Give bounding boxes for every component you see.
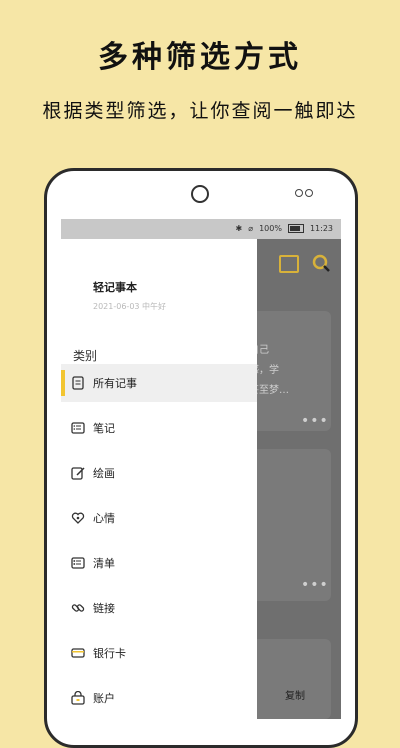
light-sensor bbox=[305, 189, 313, 197]
copy-button[interactable]: 复制 bbox=[285, 687, 305, 702]
menu-item-drawing[interactable]: 绘画 bbox=[61, 454, 257, 492]
note-list-icon bbox=[72, 376, 84, 390]
more-icon[interactable]: ••• bbox=[301, 577, 329, 593]
checklist-icon bbox=[71, 557, 85, 569]
search-icon[interactable] bbox=[311, 253, 331, 273]
menu-item-bank-card[interactable]: 银行卡 bbox=[61, 634, 257, 672]
account-icon bbox=[71, 691, 85, 705]
menu-item-label: 所有记事 bbox=[93, 377, 137, 390]
link-icon bbox=[71, 604, 85, 612]
navigation-drawer: 轻记事本 2021-06-03 中午好 类别 所有记事 笔记 绘画 心情 清单 … bbox=[61, 239, 257, 719]
clock: 11:23 bbox=[309, 224, 333, 233]
promo-subline: 根据类型筛选，让你查阅一触即达 bbox=[42, 100, 358, 122]
bank-card-icon bbox=[71, 648, 85, 658]
menu-item-label: 绘画 bbox=[93, 467, 115, 480]
more-icon[interactable]: ••• bbox=[301, 413, 329, 429]
notebook-icon bbox=[71, 422, 85, 434]
proximity-sensor bbox=[295, 189, 303, 197]
menu-item-label: 账户 bbox=[93, 692, 115, 705]
date-greeting: 2021-06-03 中午好 bbox=[93, 302, 167, 311]
calendar-icon[interactable] bbox=[279, 255, 299, 273]
menu-item-label: 心情 bbox=[93, 512, 115, 525]
promo-headline: 多种筛选方式 bbox=[98, 40, 302, 75]
menu-item-notebook[interactable]: 笔记 bbox=[61, 409, 257, 447]
menu-item-checklist[interactable]: 清单 bbox=[61, 544, 257, 582]
category-section-title: 类别 bbox=[73, 349, 98, 363]
menu-item-label: 链接 bbox=[93, 602, 115, 615]
menu-item-label: 笔记 bbox=[93, 422, 115, 435]
status-bar: ✱ ⌀ 100% 11:23 bbox=[61, 219, 341, 239]
menu-item-account[interactable]: 账户 bbox=[61, 679, 257, 717]
mute-icon: ⌀ bbox=[248, 224, 254, 233]
menu-item-all-notes[interactable]: 所有记事 bbox=[61, 364, 257, 402]
menu-item-mood[interactable]: 心情 bbox=[61, 499, 257, 537]
phone-frame: ✱ ⌀ 100% 11:23 以为自己 较敏感，学 就，甚至梦… ••• •••… bbox=[44, 168, 358, 748]
app-title: 轻记事本 bbox=[93, 281, 137, 294]
menu-item-label: 清单 bbox=[93, 557, 115, 570]
phone-screen: ✱ ⌀ 100% 11:23 以为自己 较敏感，学 就，甚至梦… ••• •••… bbox=[61, 219, 341, 719]
active-indicator bbox=[61, 370, 65, 396]
menu-item-label: 银行卡 bbox=[93, 647, 126, 660]
heart-icon bbox=[71, 512, 85, 524]
bluetooth-icon: ✱ bbox=[235, 224, 243, 233]
pencil-icon bbox=[71, 467, 85, 480]
front-camera bbox=[191, 185, 209, 203]
menu-item-link[interactable]: 链接 bbox=[61, 589, 257, 627]
battery-percent: 100% bbox=[259, 224, 282, 233]
battery-icon bbox=[287, 224, 304, 233]
